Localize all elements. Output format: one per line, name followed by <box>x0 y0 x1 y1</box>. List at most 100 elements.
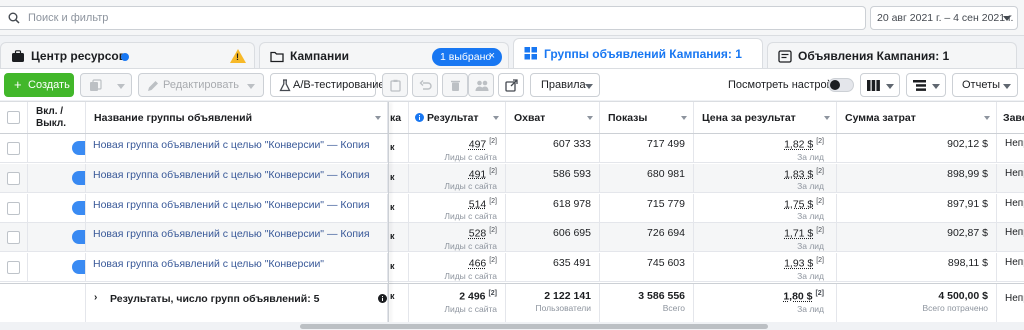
truncated-cell: к <box>388 163 409 192</box>
chevron-down-icon <box>1003 84 1011 89</box>
tab-resource-center[interactable]: Центр ресурсов ! <box>0 42 255 68</box>
scrollbar-thumb[interactable] <box>300 324 768 329</box>
search-input[interactable] <box>28 10 628 26</box>
result-value[interactable]: 514 <box>469 198 487 210</box>
briefcase-icon <box>12 50 24 62</box>
chevron-down-icon <box>984 116 990 120</box>
col-last-header[interactable]: Заве <box>997 102 1024 133</box>
export-button[interactable] <box>498 73 524 97</box>
toolbar: + Создать Редактировать A/B-тестирование… <box>0 68 1024 100</box>
chevron-down-icon <box>585 84 593 89</box>
cost-per-result-value[interactable]: 1,82 $ <box>784 139 813 151</box>
reach-value: 607 333 <box>506 134 600 162</box>
col-cost-per-result-header[interactable]: Цена за результат <box>694 102 837 133</box>
last-column-value: Непр <box>1005 138 1024 149</box>
col-toggle-header[interactable]: Вкл. / Выкл. <box>28 102 86 133</box>
cost-per-result-value[interactable]: 1,71 $ <box>784 228 813 240</box>
audience-button[interactable] <box>468 73 494 97</box>
row-toggle[interactable] <box>72 200 85 215</box>
rules-button[interactable]: Правила <box>530 73 600 97</box>
duplicate-icon <box>90 79 102 91</box>
table-row[interactable]: Новая группа объявлений с целью "Конверс… <box>0 193 1024 223</box>
undo-button[interactable] <box>412 73 438 97</box>
ab-test-button[interactable]: A/B-тестирование <box>270 73 385 97</box>
col-result-header[interactable]: Результат <box>409 102 506 133</box>
tab-ads[interactable]: Объявления Кампания: 1 <box>767 42 1017 68</box>
table-row[interactable]: Новая группа объявлений с целью "Конверс… <box>0 163 1024 193</box>
view-settings-toggle[interactable] <box>828 78 854 92</box>
ad-set-name-link[interactable]: Новая группа объявлений с целью "Конверс… <box>93 199 370 211</box>
cost-per-result-value[interactable]: 1,75 $ <box>784 198 813 210</box>
row-toggle[interactable] <box>72 230 85 245</box>
warning-icon: ! <box>230 49 246 63</box>
result-value[interactable]: 466 <box>469 258 487 270</box>
result-value[interactable]: 491 <box>469 168 487 180</box>
selection-badge[interactable]: 1 выбрано × <box>432 48 502 66</box>
pencil-icon <box>148 81 158 91</box>
export-icon <box>505 79 518 92</box>
chevron-down-icon <box>493 116 499 120</box>
tab-label: Группы объявлений Кампания: 1 <box>544 47 742 61</box>
col-reach-header[interactable]: Охват <box>506 102 600 133</box>
cost-per-result-value[interactable]: 1,83 $ <box>784 168 813 180</box>
horizontal-scrollbar[interactable] <box>0 322 1024 330</box>
tab-label: Кампании <box>290 49 349 63</box>
info-icon[interactable] <box>378 294 387 303</box>
table-row[interactable]: Новая группа объявлений с целью "Конверс… <box>0 223 1024 253</box>
chevron-right-icon[interactable]: › <box>94 292 97 303</box>
impressions-value: 680 981 <box>600 163 694 192</box>
table-row[interactable]: Новая группа объявлений с целью "Конверс… <box>0 134 1024 163</box>
row-checkbox[interactable] <box>7 171 20 185</box>
row-checkbox[interactable] <box>7 201 20 215</box>
clipboard-button[interactable] <box>382 73 408 97</box>
date-range-picker[interactable]: 20 авг 2021 г. – 4 сен 2021 г. <box>870 6 1018 30</box>
result-value[interactable]: 528 <box>469 228 487 240</box>
col-amount-spent-header[interactable]: Сумма затрат <box>837 102 997 133</box>
amount-spent-value: 902,87 $ <box>837 223 997 252</box>
last-column-value: Непр <box>1005 197 1024 209</box>
ad-sets-table: Вкл. / Выкл. Название группы объявлений … <box>0 101 1024 322</box>
chevron-down-icon <box>117 84 125 89</box>
select-all-checkbox[interactable] <box>7 111 20 124</box>
duplicate-button[interactable] <box>80 73 132 97</box>
breakdown-button[interactable] <box>906 73 946 97</box>
ad-set-name-link[interactable]: Новая группа объявлений с целью "Конверс… <box>93 258 324 270</box>
row-toggle[interactable] <box>72 170 85 185</box>
cost-per-result-value[interactable]: 1,93 $ <box>784 258 813 270</box>
flask-icon <box>279 79 291 92</box>
ad-set-name-link[interactable]: Новая группа объявлений с целью "Конверс… <box>93 139 370 151</box>
tab-label: Центр ресурсов <box>31 49 127 63</box>
amount-spent-value: 897,91 $ <box>837 193 997 222</box>
impressions-value: 726 694 <box>600 223 694 252</box>
result-value[interactable]: 497 <box>469 139 487 151</box>
tab-bar: Центр ресурсов ! Кампании 1 выбрано × Гр… <box>0 38 1024 70</box>
row-toggle[interactable] <box>72 260 85 275</box>
ad-set-name-link[interactable]: Новая группа объявлений с целью "Конверс… <box>93 228 370 240</box>
delete-button[interactable] <box>442 73 468 97</box>
create-button[interactable]: + Создать <box>4 73 74 97</box>
reach-value: 606 695 <box>506 223 600 252</box>
info-icon[interactable] <box>415 113 424 122</box>
tab-campaigns[interactable]: Кампании 1 выбрано × <box>259 42 509 68</box>
top-bar: 20 авг 2021 г. – 4 сен 2021 г. <box>0 0 1024 36</box>
columns-button[interactable] <box>860 73 900 97</box>
row-toggle[interactable] <box>72 141 85 155</box>
ad-set-name-link[interactable]: Новая группа объявлений с целью "Конверс… <box>93 169 370 181</box>
col-truncated-header[interactable]: ка <box>388 102 409 133</box>
grid-icon <box>524 47 537 60</box>
chevron-down-icon <box>587 116 593 120</box>
col-name-header[interactable]: Название группы объявлений <box>86 102 388 133</box>
row-checkbox[interactable] <box>7 142 20 155</box>
table-row[interactable]: Новая группа объявлений с целью "Конверс… <box>0 253 1024 283</box>
row-checkbox[interactable] <box>7 261 20 275</box>
search-box[interactable] <box>0 6 866 30</box>
col-impressions-header[interactable]: Показы <box>600 102 694 133</box>
date-range-label: 20 авг 2021 г. – 4 сен 2021 г. <box>877 12 1014 24</box>
truncated-cell: к <box>388 223 409 252</box>
table-header: Вкл. / Выкл. Название группы объявлений … <box>0 102 1024 134</box>
reports-button[interactable]: Отчеты <box>952 73 1018 97</box>
edit-button[interactable]: Редактировать <box>138 73 264 97</box>
tab-ad-sets[interactable]: Группы объявлений Кампания: 1 <box>513 38 763 70</box>
row-checkbox[interactable] <box>7 231 20 245</box>
close-icon[interactable]: × <box>489 50 495 62</box>
